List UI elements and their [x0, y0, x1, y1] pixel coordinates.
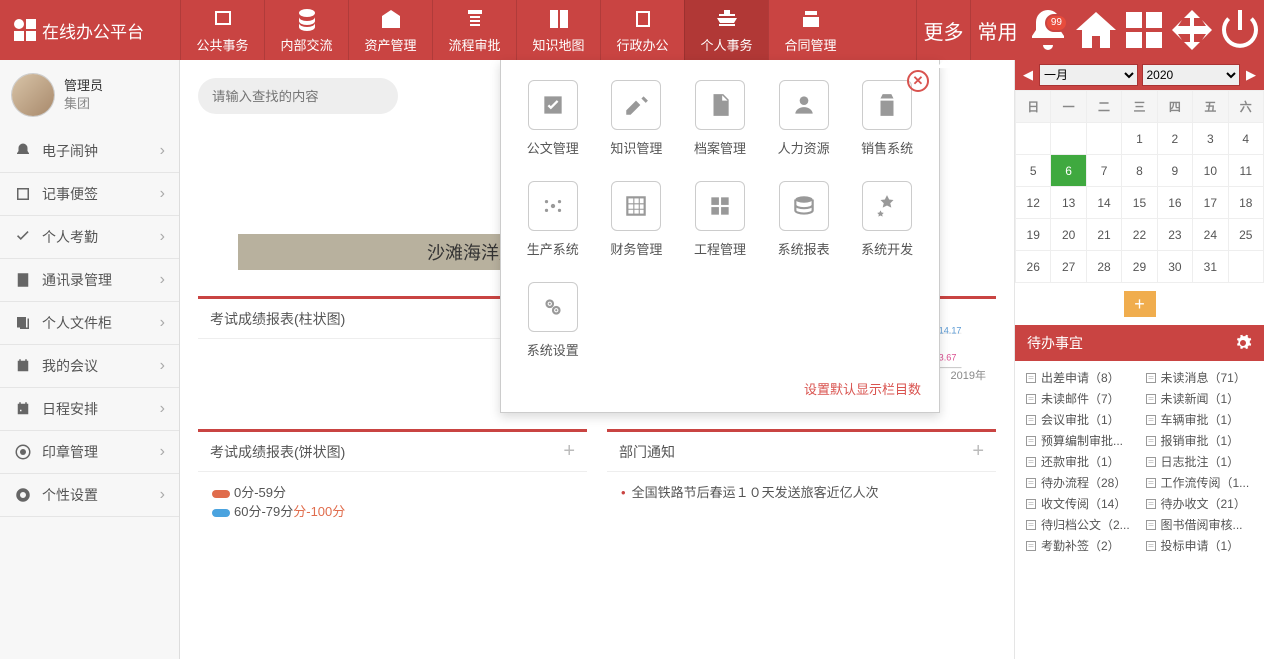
- todo-item[interactable]: 投标申请（1）: [1145, 537, 1255, 554]
- todo-item[interactable]: 未读消息（71）: [1145, 369, 1255, 386]
- panel-pie-title: 考试成绩报表(饼状图): [210, 442, 345, 462]
- app-item-1[interactable]: 知识管理: [603, 80, 671, 157]
- month-select[interactable]: 一月: [1039, 64, 1138, 86]
- more-apps-panel: ✕ 公文管理知识管理档案管理人力资源销售系统生产系统财务管理工程管理系统报表系统…: [500, 60, 940, 413]
- nav-item-6[interactable]: 个人事务: [684, 0, 768, 60]
- app-item-0[interactable]: 公文管理: [519, 80, 587, 157]
- todo-item[interactable]: 待归档公文（2...: [1025, 516, 1135, 533]
- logo: 在线办公平台: [0, 0, 180, 60]
- year-select[interactable]: 2020: [1142, 64, 1241, 86]
- sidebar-item-4[interactable]: 个人文件柜›: [0, 302, 179, 345]
- sidebar-item-5[interactable]: 我的会议›: [0, 345, 179, 388]
- app-item-5[interactable]: 生产系统: [519, 181, 587, 258]
- nav-item-5[interactable]: 行政办公: [600, 0, 684, 60]
- calendar[interactable]: 日一二三四五六 12345678910111213141516171819202…: [1015, 90, 1264, 283]
- nav-item-4[interactable]: 知识地图: [516, 0, 600, 60]
- search-box[interactable]: [198, 78, 398, 114]
- gear-icon[interactable]: [1234, 334, 1252, 352]
- bell-icon[interactable]: 99: [1024, 6, 1072, 54]
- theme-icon[interactable]: [1168, 6, 1216, 54]
- nav-favorite[interactable]: 常用: [970, 0, 1024, 60]
- todo-item[interactable]: 日志批注（1）: [1145, 453, 1255, 470]
- apps-icon[interactable]: [1120, 6, 1168, 54]
- notification-badge: 99: [1045, 14, 1068, 32]
- todo-item[interactable]: 考勤补签（2）: [1025, 537, 1135, 554]
- sidebar-item-0[interactable]: 电子闹钟›: [0, 130, 179, 173]
- todo-item[interactable]: 报销审批（1）: [1145, 432, 1255, 449]
- todo-item[interactable]: 预算编制审批...: [1025, 432, 1135, 449]
- todo-item[interactable]: 出差申请（8）: [1025, 369, 1135, 386]
- panel-notice-title: 部门通知: [619, 442, 675, 462]
- sidebar-item-6[interactable]: 日程安排›: [0, 388, 179, 431]
- nav-more[interactable]: 更多: [916, 0, 970, 60]
- cal-next[interactable]: ▶: [1244, 67, 1258, 83]
- sidebar-item-8[interactable]: 个性设置›: [0, 474, 179, 517]
- sidebar-item-1[interactable]: 记事便签›: [0, 173, 179, 216]
- app-item-8[interactable]: 系统报表: [770, 181, 838, 258]
- app-item-4[interactable]: 销售系统: [853, 80, 921, 157]
- search-input[interactable]: [212, 89, 389, 104]
- avatar: [12, 74, 54, 116]
- todo-item[interactable]: 待办流程（28）: [1025, 474, 1135, 491]
- todo-item[interactable]: 收文传阅（14）: [1025, 495, 1135, 512]
- todo-title: 待办事宜: [1027, 333, 1083, 353]
- nav-item-1[interactable]: 内部交流: [264, 0, 348, 60]
- calendar-add[interactable]: +: [1124, 291, 1156, 317]
- user-name: 管理员: [64, 77, 103, 95]
- panel-bar-title: 考试成绩报表(柱状图): [210, 309, 345, 329]
- todo-item[interactable]: 图书借阅审核...: [1145, 516, 1255, 533]
- notice-item[interactable]: 全国铁路节后春运１０天发送旅客近亿人次: [632, 485, 879, 500]
- close-icon[interactable]: ✕: [907, 70, 929, 92]
- panel-add[interactable]: +: [972, 440, 984, 463]
- panel-add[interactable]: +: [563, 440, 575, 463]
- todo-item[interactable]: 工作流传阅（1...: [1145, 474, 1255, 491]
- app-item-6[interactable]: 财务管理: [603, 181, 671, 258]
- nav-item-0[interactable]: 公共事务: [180, 0, 264, 60]
- logo-text: 在线办公平台: [42, 18, 144, 43]
- sidebar-item-2[interactable]: 个人考勤›: [0, 216, 179, 259]
- app-item-2[interactable]: 档案管理: [686, 80, 754, 157]
- app-item-7[interactable]: 工程管理: [686, 181, 754, 258]
- app-item-9[interactable]: 系统开发: [853, 181, 921, 258]
- todo-item[interactable]: 待办收文（21）: [1145, 495, 1255, 512]
- todo-item[interactable]: 会议审批（1）: [1025, 411, 1135, 428]
- user-org: 集团: [64, 95, 103, 113]
- more-panel-settings[interactable]: 设置默认显示栏目数: [519, 379, 921, 398]
- power-icon[interactable]: [1216, 6, 1264, 54]
- cal-prev[interactable]: ◀: [1021, 67, 1035, 83]
- sidebar-item-3[interactable]: 通讯录管理›: [0, 259, 179, 302]
- svg-text:14.17: 14.17: [939, 325, 962, 335]
- todo-item[interactable]: 车辆审批（1）: [1145, 411, 1255, 428]
- todo-item[interactable]: 还款审批（1）: [1025, 453, 1135, 470]
- app-item-10[interactable]: 系统设置: [519, 282, 587, 359]
- todo-item[interactable]: 未读新闻（1）: [1145, 390, 1255, 407]
- nav-item-2[interactable]: 资产管理: [348, 0, 432, 60]
- app-item-3[interactable]: 人力资源: [770, 80, 838, 157]
- nav-item-7[interactable]: 合同管理: [768, 0, 852, 60]
- sidebar-item-7[interactable]: 印章管理›: [0, 431, 179, 474]
- logo-icon: [14, 19, 36, 41]
- svg-text:3.67: 3.67: [939, 353, 957, 363]
- home-icon[interactable]: [1072, 6, 1120, 54]
- nav-item-3[interactable]: 流程审批: [432, 0, 516, 60]
- todo-item[interactable]: 未读邮件（7）: [1025, 390, 1135, 407]
- user-box[interactable]: 管理员 集团: [0, 60, 179, 130]
